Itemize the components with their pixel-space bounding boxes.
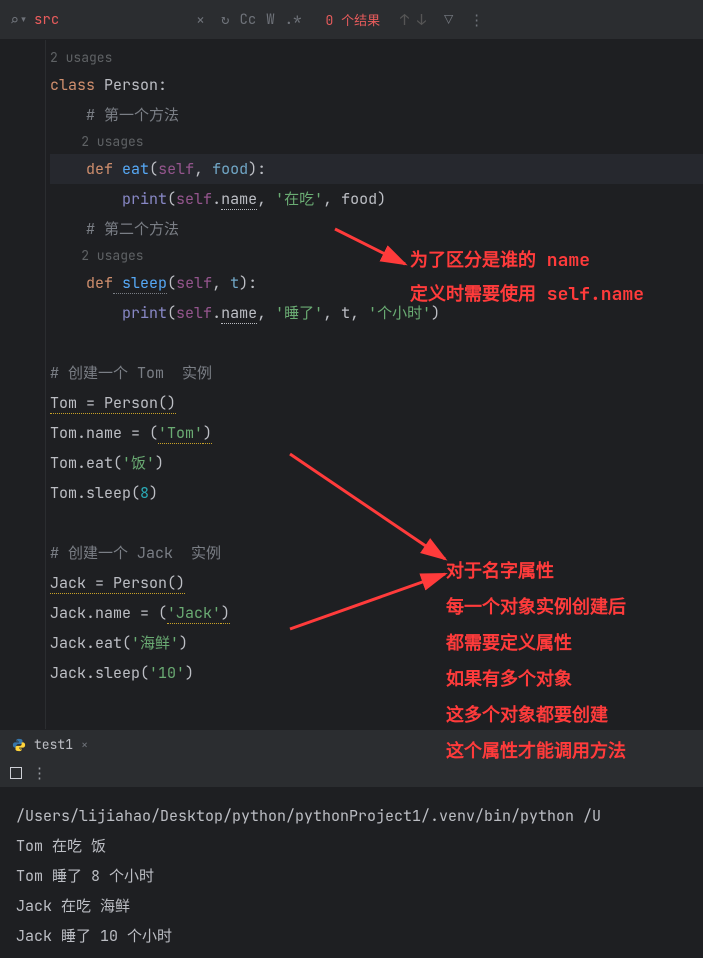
find-nav: ↑ ↓	[400, 10, 426, 30]
output-line: Tom 睡了 8 个小时	[16, 861, 687, 891]
code-line[interactable]: Tom = Person()	[50, 388, 703, 418]
output-line: Jack 睡了 10 个小时	[16, 921, 687, 951]
output-line: Tom 在吃 饭	[16, 831, 687, 861]
next-match-icon[interactable]: ↓	[417, 10, 426, 30]
code-line[interactable]: Tom.sleep(8)	[50, 478, 703, 508]
close-tab-icon[interactable]: ×	[81, 737, 88, 753]
annotation-self-name: 为了区分是谁的 name 定义时需要使用 self.name	[410, 244, 644, 312]
code-line[interactable]: print(self.name, '在吃', food)	[50, 184, 703, 214]
code-line[interactable]: # 第二个方法	[50, 214, 703, 244]
annotation-instance-attr: 对于名字属性 每一个对象实例创建后 都需要定义属性 如果有多个对象 这多个对象都…	[446, 554, 626, 770]
code-editor[interactable]: 2 usages class Person: # 第一个方法 2 usages …	[0, 40, 703, 729]
stop-icon[interactable]	[10, 767, 22, 779]
code-line[interactable]: def eat(self, food):	[50, 154, 703, 184]
python-file-icon	[12, 738, 26, 752]
match-case-toggle[interactable]: Cc	[239, 11, 256, 29]
run-more-icon[interactable]: ⋮	[32, 763, 49, 783]
code-line[interactable]: Tom.eat('饭')	[50, 448, 703, 478]
code-line[interactable]: Tom.name = ('Tom')	[50, 418, 703, 448]
run-output[interactable]: /Users/lijiahao/Desktop/python/pythonPro…	[0, 787, 703, 951]
code-line[interactable]: # 第一个方法	[50, 100, 703, 130]
find-results-count: 0 个结果	[325, 10, 380, 29]
find-options: ↻ Cc W .*	[221, 11, 301, 29]
usage-hint[interactable]: 2 usages	[50, 46, 703, 70]
prev-match-icon[interactable]: ↑	[400, 10, 409, 30]
code-line[interactable]: class Person:	[50, 70, 703, 100]
find-input[interactable]	[34, 11, 104, 29]
code-line[interactable]: # 创建一个 Tom 实例	[50, 358, 703, 388]
find-replace-bar: ⌕▾ × ↻ Cc W .* 0 个结果 ↑ ↓ ▽ ⋮	[0, 0, 703, 40]
code-line[interactable]	[50, 508, 703, 538]
filter-icon[interactable]: ▽	[444, 10, 453, 30]
whole-word-toggle[interactable]: W	[266, 11, 274, 29]
code-line[interactable]	[50, 328, 703, 358]
output-line: /Users/lijiahao/Desktop/python/pythonPro…	[16, 801, 687, 831]
regex-toggle[interactable]: .*	[285, 11, 302, 29]
clear-search-icon[interactable]: ×	[190, 10, 211, 30]
cycle-icon[interactable]: ↻	[221, 11, 229, 29]
search-icon: ⌕▾	[10, 10, 28, 30]
usage-hint[interactable]: 2 usages	[50, 130, 703, 154]
output-line: Jack 在吃 海鲜	[16, 891, 687, 921]
run-tab-label[interactable]: test1	[34, 736, 73, 753]
find-input-wrap: ⌕▾	[10, 10, 180, 30]
gutter	[0, 40, 46, 729]
kebab-menu-icon[interactable]: ⋮	[469, 10, 484, 30]
